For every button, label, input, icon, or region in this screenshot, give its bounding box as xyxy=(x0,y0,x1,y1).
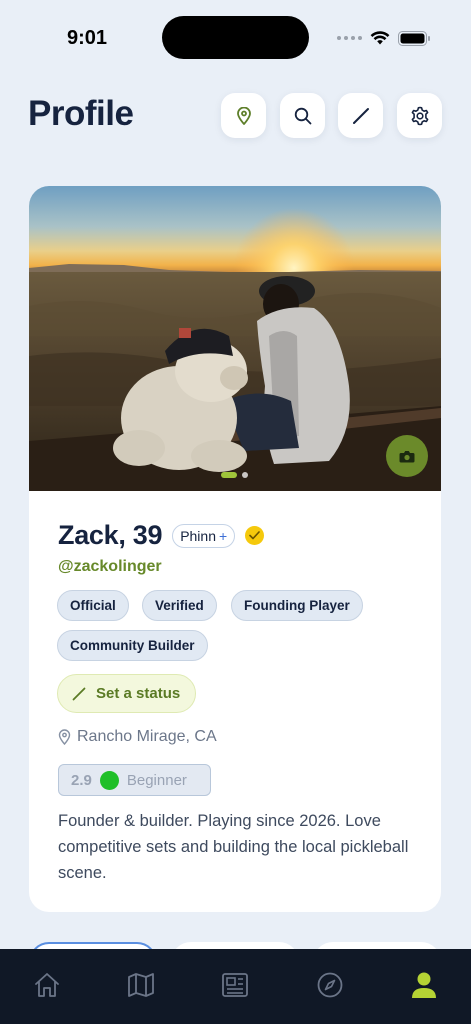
search-button[interactable] xyxy=(280,93,325,138)
gear-icon xyxy=(411,106,428,125)
name-row: Zack, 39 Phinn + xyxy=(58,520,265,551)
tab-profile[interactable] xyxy=(408,969,440,1001)
profile-location: Rancho Mirage, CA xyxy=(58,728,217,746)
phinn-plus: + xyxy=(219,527,228,544)
edit-button[interactable] xyxy=(338,93,383,138)
tab-map[interactable] xyxy=(125,969,157,1001)
phinn-tag[interactable]: Phinn + xyxy=(172,523,236,548)
battery-icon xyxy=(398,30,430,46)
location-button[interactable] xyxy=(221,93,266,138)
wifi-icon xyxy=(370,31,390,45)
tab-home[interactable] xyxy=(31,969,63,1001)
verified-check-icon xyxy=(245,526,265,545)
skill-rating: 2.9 xyxy=(71,771,92,789)
pencil-icon xyxy=(72,687,86,700)
home-icon xyxy=(35,973,59,997)
profile-name: Zack, 39 xyxy=(58,520,163,550)
settings-button[interactable] xyxy=(397,93,442,138)
search-icon xyxy=(294,107,311,124)
pager-dot[interactable] xyxy=(242,472,248,478)
photo-pager[interactable] xyxy=(221,472,248,478)
profile-bio: Founder & builder. Playing since 2026. L… xyxy=(58,812,409,882)
badge-founding-player: Founding Player xyxy=(231,590,363,621)
badge-verified: Verified xyxy=(142,590,217,621)
signal-icon xyxy=(337,36,362,40)
change-photo-button[interactable] xyxy=(386,435,428,477)
pager-dot-active[interactable] xyxy=(221,472,237,478)
phinn-label: Phinn xyxy=(180,527,216,544)
set-status-button[interactable]: Set a status xyxy=(57,674,197,713)
tab-news[interactable] xyxy=(219,969,251,1001)
badge-official: Official xyxy=(57,590,129,621)
status-indicators xyxy=(337,28,431,48)
location-pin-icon xyxy=(58,729,71,745)
camera-icon xyxy=(399,450,415,462)
set-status-label: Set a status xyxy=(96,685,181,702)
pencil-icon xyxy=(352,107,369,124)
tab-explore[interactable] xyxy=(314,969,346,1001)
dynamic-island xyxy=(162,16,309,59)
page-title: Profile xyxy=(28,94,134,133)
compass-icon xyxy=(317,972,343,998)
skill-level-badge: 2.9 Beginner xyxy=(58,764,211,796)
newspaper-icon xyxy=(222,973,248,997)
location-pin-icon xyxy=(236,106,251,125)
status-time: 9:01 xyxy=(67,27,108,49)
skill-level: Beginner xyxy=(126,771,187,789)
badge-community-builder: Community Builder xyxy=(57,630,208,661)
profile-handle: @zackolinger xyxy=(58,558,162,575)
profile-card: Zack, 39 Phinn + @zackolinger Official V… xyxy=(29,186,441,912)
location-text: Rancho Mirage, CA xyxy=(77,728,217,745)
tab-bar xyxy=(0,949,471,1024)
level-dot-icon xyxy=(99,770,119,790)
profile-icon xyxy=(412,972,436,998)
profile-photo[interactable] xyxy=(29,186,441,491)
map-icon xyxy=(128,973,154,997)
